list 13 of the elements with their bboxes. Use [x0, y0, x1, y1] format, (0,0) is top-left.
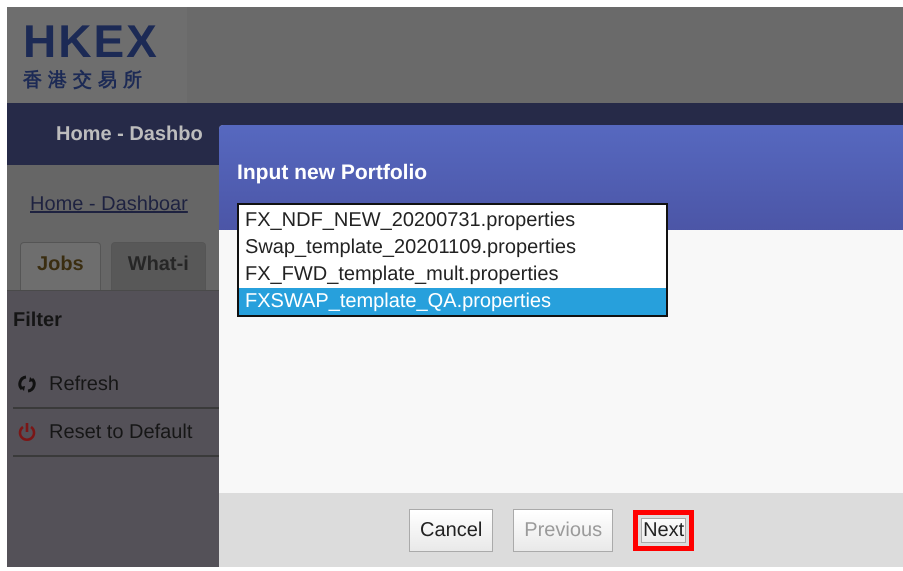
nav-title[interactable]: Home - Dashbo [56, 122, 203, 146]
template-option[interactable]: FX_FWD_template_mult.properties [239, 261, 666, 288]
template-option[interactable]: FX_NDF_NEW_20200731.properties [239, 207, 666, 234]
logo-name: HKEX [23, 19, 160, 63]
dialog-button[interactable]: Next [633, 510, 694, 550]
filter-title: Filter [12, 308, 63, 333]
refresh-icon [17, 374, 37, 394]
dialog-button[interactable]: Cancel [409, 508, 494, 552]
template-listbox[interactable]: FX_NDF_NEW_20200731.properties Swap_template_20201109.properties FX_FWD_template_mult.properties FXSWAP_template_QA.properties [237, 203, 668, 317]
dialog-title: Input new Portfolio [237, 161, 428, 185]
power-icon [17, 422, 37, 442]
logo-subtitle: 香港交易所 [23, 68, 149, 93]
template-option[interactable]: Swap_template_20201109.properties [239, 234, 666, 261]
